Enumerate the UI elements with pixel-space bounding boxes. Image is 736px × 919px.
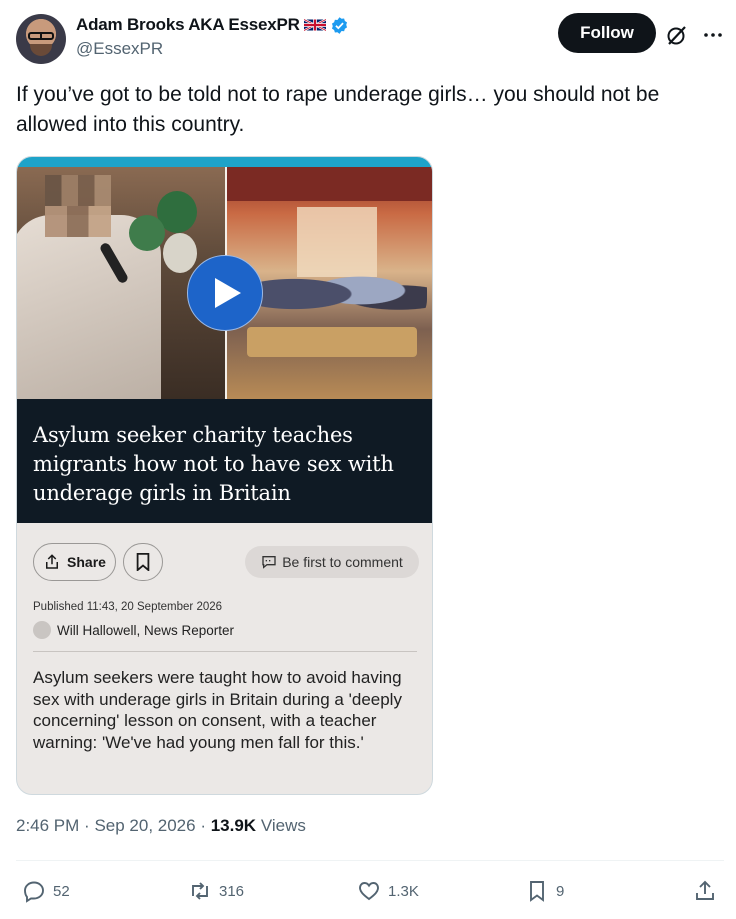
room-table [247,327,417,357]
video-thumbnail[interactable] [17,167,432,399]
repost-count: 316 [219,882,245,900]
card-top-bar [17,157,432,167]
comment-button[interactable]: Be first to comment [245,546,419,578]
actions-divider [16,860,724,861]
headline-box: Asylum seeker charity teaches migrants h… [17,399,432,523]
avatar[interactable] [16,14,66,64]
balloon [129,215,165,251]
share-icon [46,554,59,569]
avatar-beard [30,44,52,56]
author-name: Will Hallowell, News Reporter [57,622,235,638]
avatar-glasses [28,32,54,40]
more-options-icon[interactable] [701,23,725,47]
room-ceiling [227,167,432,201]
tweet-timestamp[interactable]: 2:46 PM · Sep 20, 2026 · 13.9K Views [16,816,306,836]
comment-label: Be first to comment [282,554,403,570]
repost-button[interactable]: 316 [188,877,244,905]
balloon [163,233,197,273]
bookmark-button[interactable]: 9 [525,877,564,905]
article-summary: Asylum seekers were taught how to avoid … [33,668,402,752]
uk-flag-icon [303,18,326,32]
grok-icon[interactable] [665,23,689,47]
follow-button[interactable]: Follow [558,13,656,53]
reply-count: 52 [53,882,70,900]
bookmark-count: 9 [556,882,565,900]
handle[interactable]: @EssexPR [76,39,163,59]
share-icon [696,880,714,900]
comment-icon [262,556,276,569]
article-author: Will Hallowell, News Reporter [33,621,234,639]
share-label: Share [67,554,106,570]
tweet-header: Adam Brooks AKA EssexPR @EssexPR Follow [16,12,724,64]
article-headline: Asylum seeker charity teaches migrants h… [33,423,394,505]
save-article-button[interactable] [123,543,163,581]
play-button[interactable] [187,255,263,331]
reply-button[interactable]: 52 [22,877,70,905]
views-label: Views [260,816,306,835]
verified-badge-icon [331,16,347,34]
media-card[interactable]: Asylum seeker charity teaches migrants h… [16,156,433,795]
tweet-text: If you’ve got to be told not to rape und… [16,83,660,136]
like-count: 1.3K [388,882,419,900]
pixelated-face [45,175,111,237]
bookmark-icon [136,553,150,571]
author-avatar-icon [33,621,51,639]
repost-icon [192,882,208,900]
tweet-time: 2:46 PM [16,816,80,835]
bookmark-icon [530,881,544,902]
heart-icon [359,882,379,901]
separator: · [84,816,95,835]
display-name[interactable]: Adam Brooks AKA EssexPR [76,15,300,35]
views-count: 13.9K [210,816,257,835]
blurred-people [237,259,427,329]
card-divider [33,651,417,652]
reply-icon [24,881,44,903]
like-button[interactable]: 1.3K [357,877,419,905]
separator: · [200,816,211,835]
share-tweet-button[interactable] [693,877,717,905]
tweet-date: Sep 20, 2026 [94,816,196,835]
published-date: Published 11:43, 20 September 2026 [33,601,223,613]
share-button[interactable]: Share [33,543,116,581]
play-icon [215,278,241,308]
name-row: Adam Brooks AKA EssexPR [76,15,349,35]
